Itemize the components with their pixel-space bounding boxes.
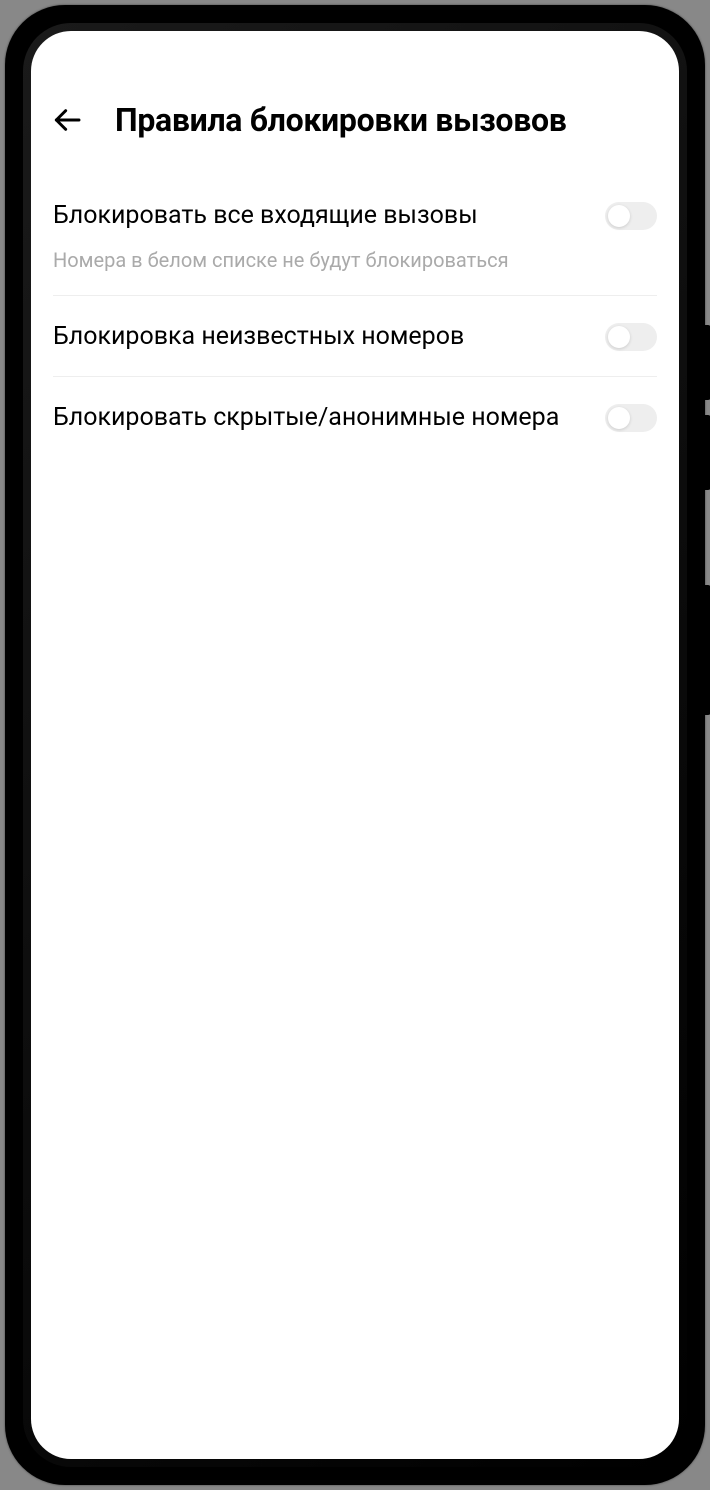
phone-frame: Правила блокировки вызовов Блокировать в… xyxy=(5,5,705,1485)
setting-label: Блокировать скрытые/анонимные номера xyxy=(53,401,585,435)
phone-bezel: Правила блокировки вызовов Блокировать в… xyxy=(23,23,687,1467)
setting-label: Блокировать все входящие вызовы xyxy=(53,199,585,233)
setting-text: Блокировать скрытые/анонимные номера xyxy=(53,401,585,435)
status-bar xyxy=(31,31,679,81)
toggle-knob xyxy=(608,407,630,429)
toggle-block-hidden-anonymous[interactable] xyxy=(605,404,657,432)
toggle-block-unknown[interactable] xyxy=(605,323,657,351)
app-header: Правила блокировки вызовов xyxy=(31,81,679,157)
setting-text: Блокировать все входящие вызовы Номера в… xyxy=(53,199,585,273)
setting-label: Блокировка неизвестных номеров xyxy=(53,320,585,354)
back-button[interactable] xyxy=(49,102,85,138)
setting-block-unknown[interactable]: Блокировка неизвестных номеров xyxy=(53,296,657,377)
settings-list: Блокировать все входящие вызовы Номера в… xyxy=(31,157,679,456)
toggle-block-all-incoming[interactable] xyxy=(605,202,657,230)
setting-block-hidden-anonymous[interactable]: Блокировать скрытые/анонимные номера xyxy=(53,377,657,457)
phone-vol-up-button xyxy=(705,325,710,400)
page-title: Правила блокировки вызовов xyxy=(115,101,567,139)
setting-block-all-incoming[interactable]: Блокировать все входящие вызовы Номера в… xyxy=(53,175,657,296)
arrow-left-icon xyxy=(51,104,83,136)
screen: Правила блокировки вызовов Блокировать в… xyxy=(31,31,679,1459)
toggle-knob xyxy=(608,326,630,348)
setting-text: Блокировка неизвестных номеров xyxy=(53,320,585,354)
toggle-knob xyxy=(608,205,630,227)
phone-vol-down-button xyxy=(705,415,710,490)
phone-power-button xyxy=(705,585,710,715)
setting-subtext: Номера в белом списке не будут блокирова… xyxy=(53,247,585,273)
